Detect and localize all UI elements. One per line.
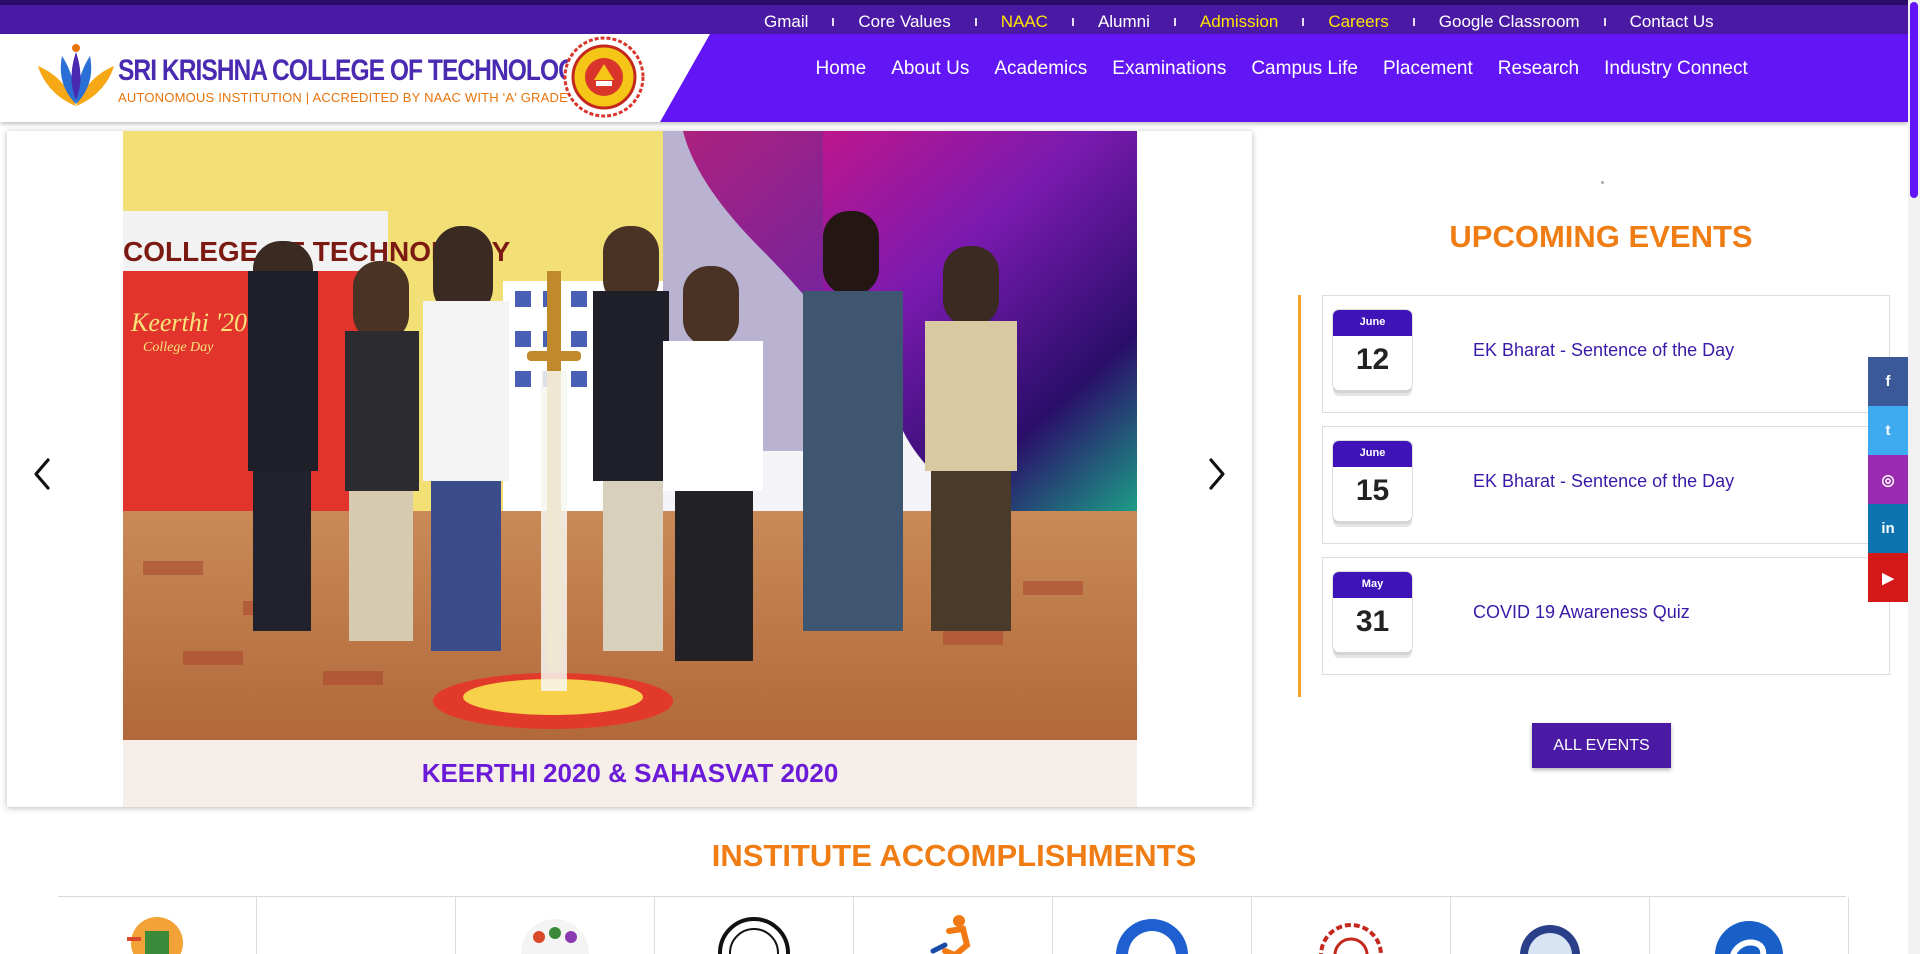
top-link-gmail[interactable]: Gmail (740, 12, 832, 32)
slider-next-button[interactable] (1202, 454, 1232, 494)
accomplishments-strip (58, 896, 1849, 954)
events-list: June 12 EK Bharat - Sentence of the Day Jun… (1298, 295, 1898, 697)
event-date-badge: May 31 (1333, 572, 1412, 652)
top-link-label[interactable]: Core Values (834, 12, 974, 32)
college-seal-icon (563, 36, 645, 118)
startup-figure-icon (930, 915, 971, 954)
nav-item-examinations[interactable]: Examinations (1100, 58, 1239, 80)
accomplishment-logo-4[interactable] (655, 897, 854, 954)
facebook-icon[interactable]: f (1868, 357, 1908, 406)
nav-item-about-us[interactable]: About Us (879, 58, 982, 80)
instagram-icon[interactable]: ◎ (1868, 455, 1908, 504)
slider-prev-button[interactable] (27, 454, 57, 494)
social-sidebar: f t ◎ in ▶ (1868, 357, 1908, 602)
top-link-careers[interactable]: Careers (1304, 12, 1412, 32)
gear-seal-icon (1319, 923, 1383, 954)
slide-caption-text: KEERTHI 2020 & SAHASVAT 2020 (421, 758, 839, 788)
accomplishment-logo-9[interactable] (1650, 897, 1849, 954)
chevron-left-icon (34, 458, 50, 490)
top-link-label[interactable]: NAAC (977, 12, 1072, 32)
nav-item-placement[interactable]: Placement (1371, 58, 1486, 80)
top-link-separator (832, 18, 835, 26)
slide-caption: KEERTHI 2020 & SAHASVAT 2020 (123, 740, 1137, 807)
event-card[interactable]: June 12 EK Bharat - Sentence of the Day (1322, 295, 1890, 413)
top-link-label[interactable]: Google Classroom (1415, 12, 1604, 32)
top-link-alumni[interactable]: Alumni (1074, 12, 1174, 32)
event-month: June (1333, 441, 1412, 467)
top-utility-bar: Gmail Core Values NAAC Alumni Admission Caree… (0, 0, 1908, 34)
nav-item-industry-connect[interactable]: Industry Connect (1592, 58, 1761, 80)
scrollbar-thumb[interactable] (1910, 2, 1918, 198)
nav-item-research[interactable]: Research (1485, 58, 1591, 80)
accomplishment-logo-1[interactable] (58, 897, 257, 954)
youtube-icon[interactable]: ▶ (1868, 553, 1908, 602)
events-heading: UPCOMING EVENTS (1449, 219, 1753, 254)
event-title-link[interactable]: EK Bharat - Sentence of the Day (1473, 471, 1734, 492)
event-card[interactable]: June 15 EK Bharat - Sentence of the Day (1322, 426, 1890, 544)
top-link-separator (1302, 18, 1305, 26)
event-day: 15 (1355, 474, 1390, 507)
event-date-badge: June 12 (1333, 310, 1412, 390)
event-title-link[interactable]: EK Bharat - Sentence of the Day (1473, 340, 1734, 361)
brain-chip-icon (127, 917, 183, 954)
twitter-icon[interactable]: t (1868, 406, 1908, 455)
accomplishment-logo-2[interactable] (257, 897, 456, 954)
top-link-separator (974, 18, 977, 26)
accomplishment-logo-3[interactable] (456, 897, 655, 954)
top-link-label[interactable]: Admission (1176, 12, 1302, 32)
event-title-link[interactable]: COVID 19 Awareness Quiz (1473, 602, 1690, 623)
slide-photo-illustration: COLLEGE OF TECHNOLOGY Keerthi '20 Colleg… (123, 131, 1137, 740)
top-link-separator (1173, 18, 1176, 26)
banner-college-day: College Day (143, 340, 214, 355)
people-circle-icon (521, 919, 589, 954)
event-month: June (1333, 310, 1412, 336)
accomplishment-logo-6[interactable] (1053, 897, 1252, 954)
event-date-badge: June 15 (1333, 441, 1412, 521)
upcoming-events-panel: UPCOMING EVENTS June 12 EK Bharat - Senten… (1258, 131, 1908, 781)
remote-sensing-seal-icon (1116, 919, 1188, 954)
top-link-google-classroom[interactable]: Google Classroom (1415, 12, 1604, 32)
top-link-label[interactable]: Careers (1304, 12, 1412, 32)
accomplishment-logo-7[interactable] (1252, 897, 1451, 954)
event-day: 12 (1355, 343, 1390, 376)
slide-image: COLLEGE OF TECHNOLOGY Keerthi '20 Colleg… (123, 131, 1137, 740)
top-link-naac[interactable]: NAAC (977, 12, 1072, 32)
emblem-seal-icon (718, 917, 790, 954)
accomplishments-heading: INSTITUTE ACCOMPLISHMENTS (711, 838, 1197, 873)
safety-seal-icon (1520, 925, 1580, 954)
event-month: May (1333, 572, 1412, 598)
all-events-button[interactable]: ALL EVENTS (1532, 723, 1671, 768)
top-links: Gmail Core Values NAAC Alumni Admission Caree… (740, 8, 1738, 36)
top-link-label[interactable]: Gmail (740, 12, 832, 32)
logo-flower-icon (38, 44, 114, 106)
decorative-dot (1601, 181, 1604, 184)
college-name: SRI KRISHNA COLLEGE OF TECHNOLOGY (118, 54, 593, 87)
top-link-label[interactable]: Contact Us (1606, 12, 1738, 32)
top-link-admission[interactable]: Admission (1176, 12, 1302, 32)
main-navigation: Home About Us Academics Examinations Campus … (803, 34, 1760, 104)
nav-item-campus-life[interactable]: Campus Life (1239, 58, 1371, 80)
swirl-logo-icon (1715, 921, 1783, 954)
page-scrollbar[interactable] (1908, 0, 1920, 954)
logo-area[interactable]: SRI KRISHNA COLLEGE OF TECHNOLOGY AUTONO… (0, 34, 710, 122)
event-day: 31 (1355, 605, 1390, 638)
page: Gmail Core Values NAAC Alumni Admission Caree… (0, 0, 1920, 954)
top-link-contact-us[interactable]: Contact Us (1606, 12, 1738, 32)
chevron-right-icon (1209, 458, 1225, 490)
nav-item-home[interactable]: Home (803, 58, 879, 80)
main-header: SRI KRISHNA COLLEGE OF TECHNOLOGY AUTONO… (0, 34, 1908, 122)
top-link-core-values[interactable]: Core Values (834, 12, 974, 32)
accomplishment-logo-8[interactable] (1451, 897, 1650, 954)
event-card[interactable]: May 31 COVID 19 Awareness Quiz (1322, 557, 1890, 675)
nav-item-academics[interactable]: Academics (982, 58, 1100, 80)
top-link-separator (1071, 18, 1074, 26)
image-slider: COLLEGE OF TECHNOLOGY Keerthi '20 Colleg… (7, 131, 1252, 807)
accomplishment-logo-5[interactable] (854, 897, 1053, 954)
banner-keerthi: Keerthi '20 (130, 308, 247, 337)
top-link-separator (1603, 18, 1606, 26)
top-link-label[interactable]: Alumni (1074, 12, 1174, 32)
linkedin-icon[interactable]: in (1868, 504, 1908, 553)
top-link-separator (1412, 18, 1415, 26)
